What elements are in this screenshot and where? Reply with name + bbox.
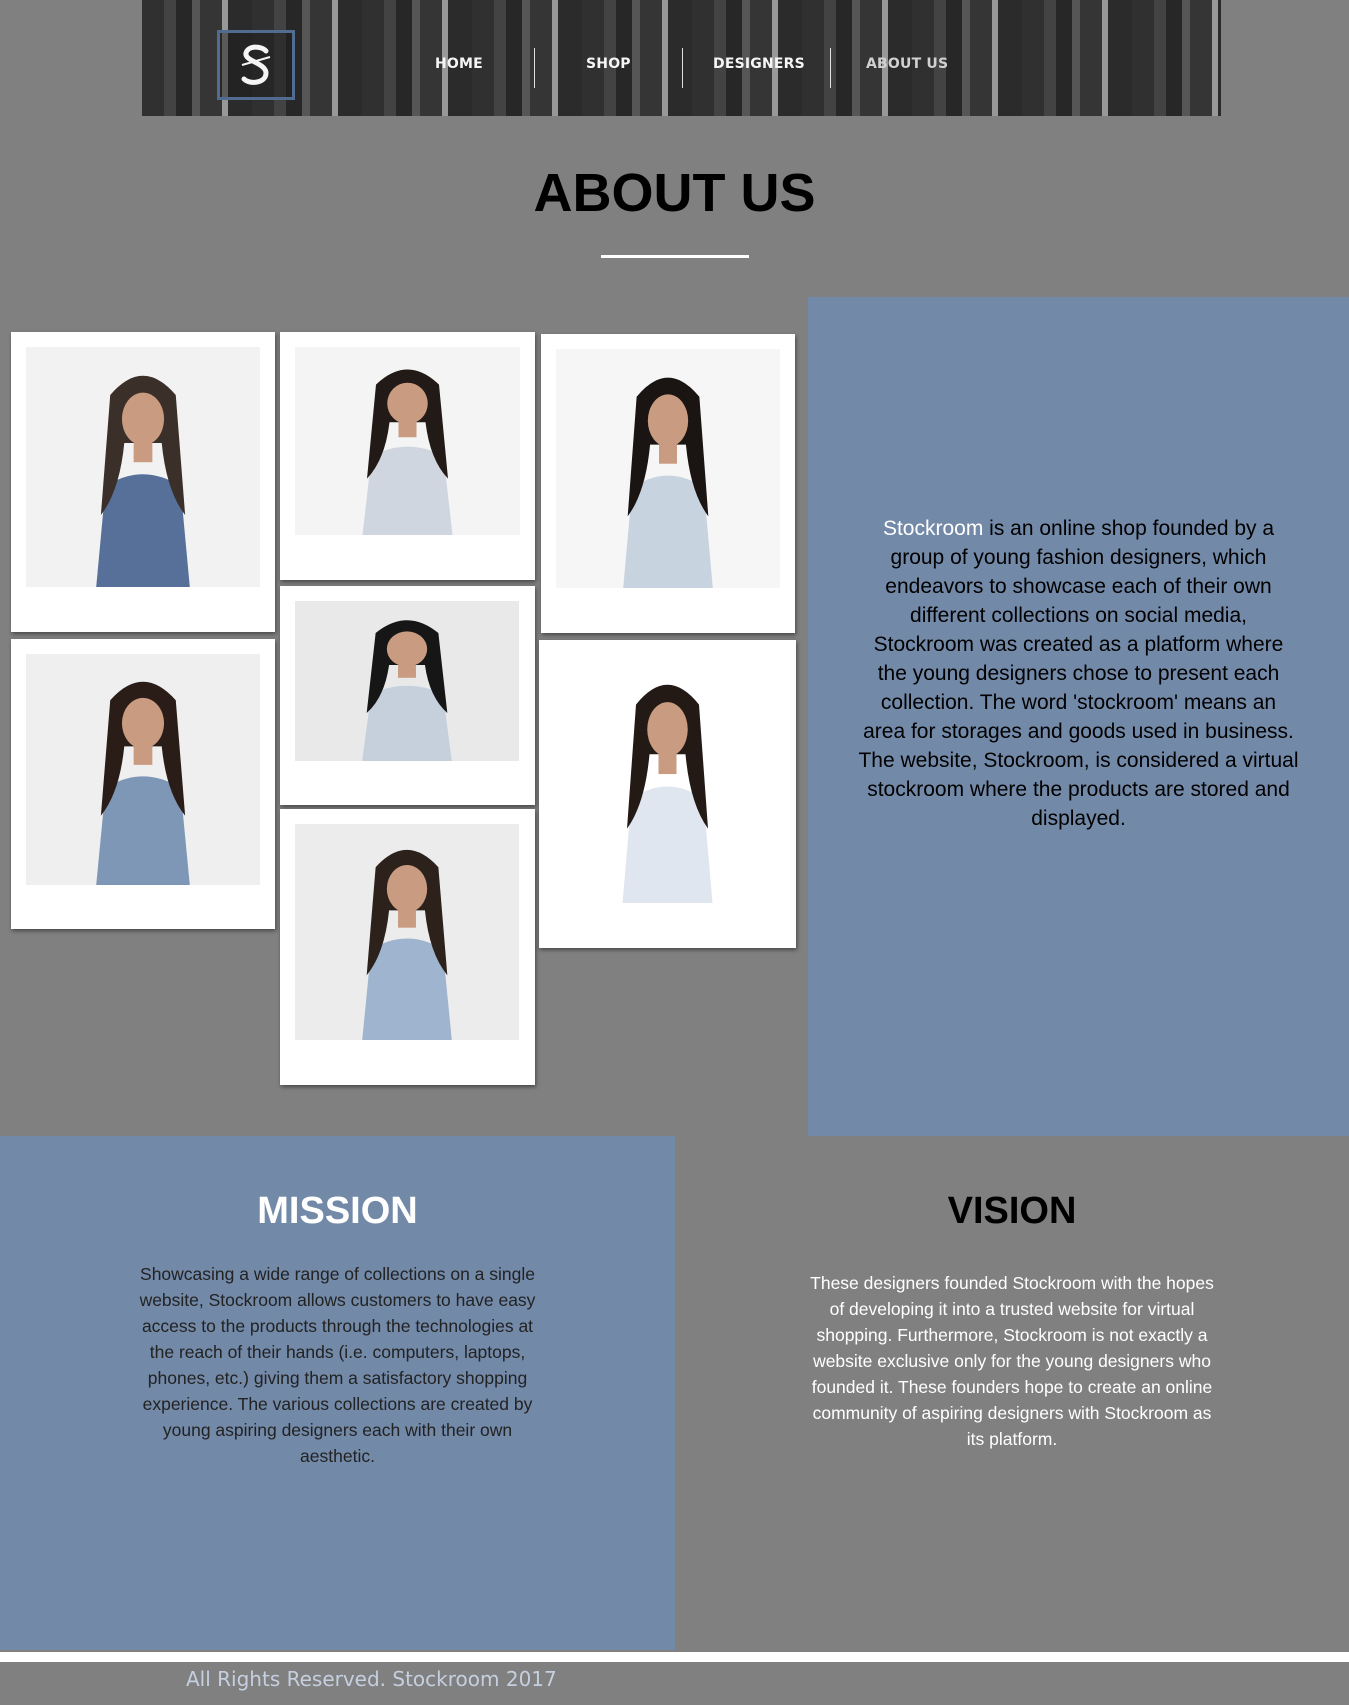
photo-card[interactable] bbox=[280, 586, 535, 805]
nav-separator bbox=[534, 48, 535, 88]
nav-separator bbox=[830, 48, 831, 88]
about-text: Stockroom is an online shop founded by a… bbox=[858, 514, 1299, 833]
mission-panel: MISSION Showcasing a wide range of colle… bbox=[0, 1136, 675, 1650]
vision-text: These designers founded Stockroom with t… bbox=[810, 1273, 1214, 1449]
nav-designers[interactable]: DESIGNERS bbox=[713, 56, 805, 72]
nav-home[interactable]: HOME bbox=[435, 56, 483, 72]
main-nav: HOME SHOP DESIGNERS ABOUT US bbox=[142, 0, 1221, 116]
title-divider bbox=[601, 255, 749, 258]
page-title: ABOUT US bbox=[533, 163, 816, 223]
nav-shop[interactable]: SHOP bbox=[586, 56, 631, 72]
photo-card[interactable] bbox=[11, 639, 275, 929]
mission-text: Showcasing a wide range of collections o… bbox=[139, 1264, 536, 1466]
photo-model-white-sweater bbox=[555, 655, 780, 903]
about-panel: Stockroom is an online shop founded by a… bbox=[808, 297, 1349, 1136]
photo-model-denim-overalls bbox=[26, 347, 260, 587]
photo-card[interactable] bbox=[541, 334, 795, 633]
photo-card[interactable] bbox=[280, 332, 535, 580]
footer-divider bbox=[0, 1652, 1349, 1662]
nav-separator bbox=[682, 48, 683, 88]
about-brand-name: Stockroom bbox=[882, 517, 984, 540]
nav-about-us[interactable]: ABOUT US bbox=[866, 56, 948, 72]
about-description: is an online shop founded by a group of … bbox=[858, 517, 1299, 830]
photo-model-blue-crop-top bbox=[26, 654, 260, 885]
photo-card[interactable] bbox=[11, 332, 275, 632]
photo-model-denim-jacket bbox=[295, 601, 519, 761]
vision-heading: VISION bbox=[947, 1190, 1077, 1232]
mission-heading: MISSION bbox=[257, 1190, 418, 1232]
photo-model-denim-tee-necklace bbox=[295, 824, 519, 1040]
photo-card[interactable] bbox=[539, 640, 796, 948]
photo-model-light-denim-dress bbox=[556, 349, 780, 588]
photo-card[interactable] bbox=[280, 809, 535, 1085]
footer-copyright: All Rights Reserved. Stockroom 2017 bbox=[186, 1667, 557, 1691]
header-banner: HOME SHOP DESIGNERS ABOUT US bbox=[142, 0, 1221, 116]
photo-model-striped-shirt bbox=[295, 347, 520, 535]
